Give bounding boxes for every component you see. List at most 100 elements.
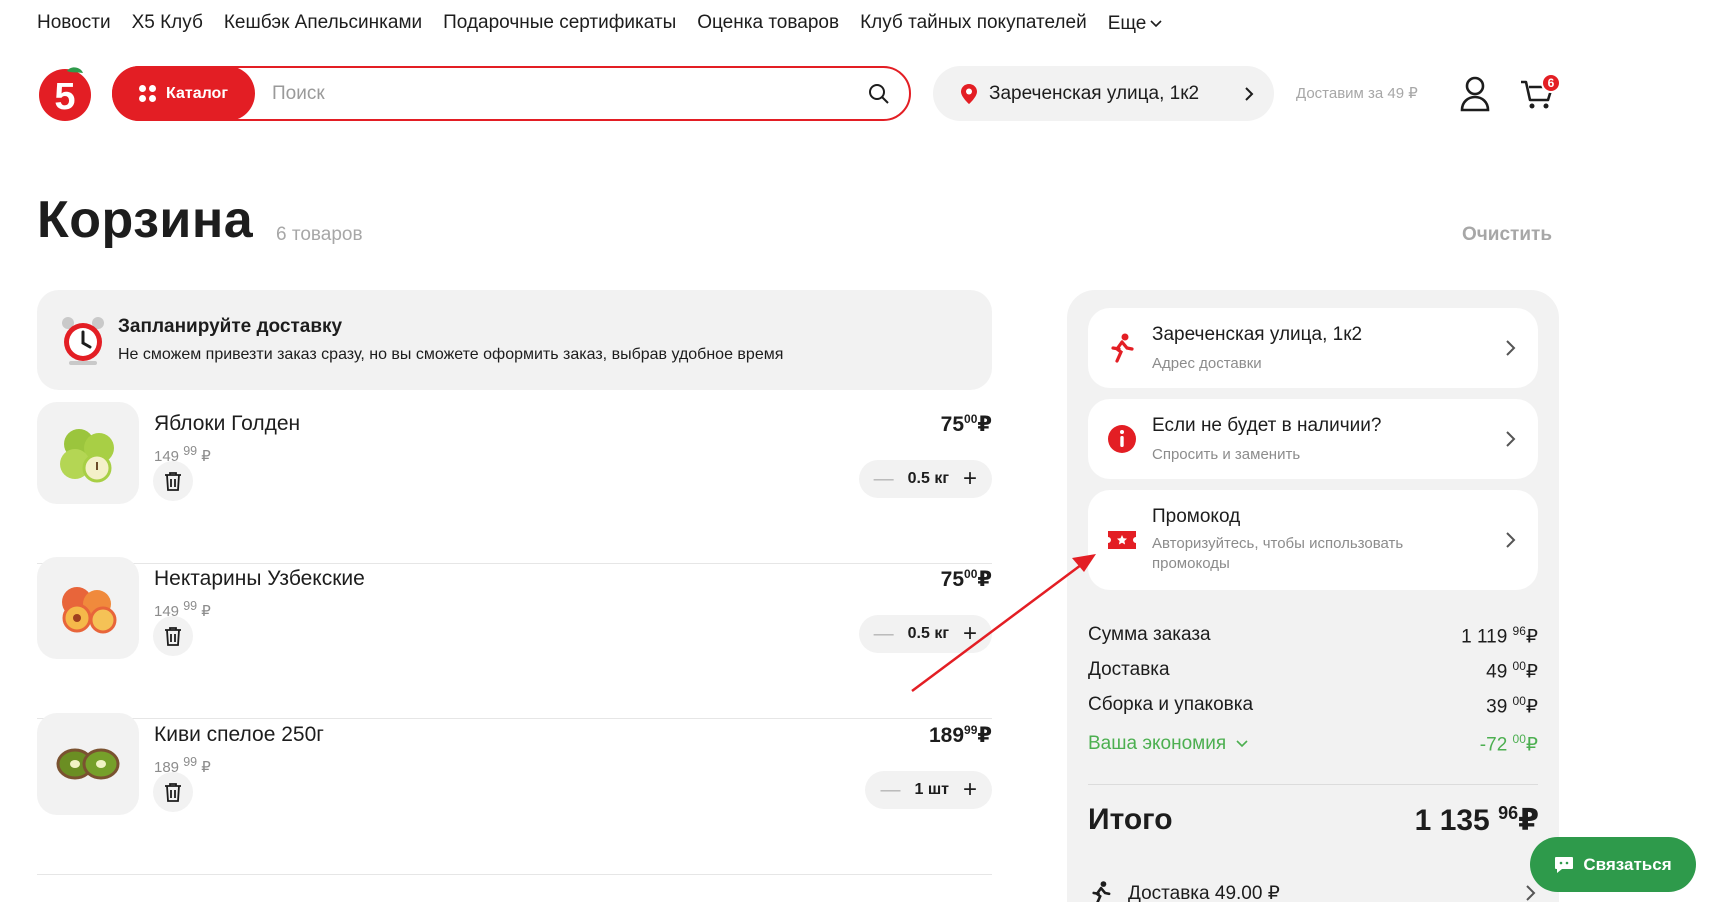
contact-label: Связаться bbox=[1583, 854, 1672, 874]
economy-value: -72 00₽ bbox=[1479, 732, 1538, 756]
user-icon[interactable] bbox=[1459, 76, 1491, 112]
trash-icon bbox=[165, 472, 181, 491]
nav-more-label: Еще bbox=[1107, 13, 1147, 34]
product-price: 7500₽ bbox=[940, 412, 992, 436]
items-count: 6 товаров bbox=[276, 224, 363, 245]
chevron-right-icon bbox=[1526, 885, 1536, 901]
nav-mystery-shoppers[interactable]: Клуб тайных покупателей bbox=[860, 12, 1087, 36]
product-name[interactable]: Яблоки Голден bbox=[154, 412, 300, 436]
contact-support-button[interactable]: Связаться bbox=[1530, 837, 1696, 892]
plan-delivery-title: Запланируйте доставку bbox=[118, 316, 343, 337]
location-pin-icon bbox=[961, 83, 977, 104]
top-navigation: Новости Х5 Клуб Кешбэк Апельсинками Пода… bbox=[37, 12, 1162, 36]
product-price: 18999₽ bbox=[928, 723, 992, 747]
alarm-clock-icon bbox=[62, 317, 104, 365]
assembly-cost-row: Сборка и упаковка 39 00₽ bbox=[1088, 694, 1538, 718]
item-divider bbox=[37, 874, 992, 875]
product-old-price: 189 99 ₽ bbox=[154, 755, 211, 776]
quantity-stepper: — 1 шт + bbox=[865, 771, 992, 809]
chevron-down-icon bbox=[1150, 20, 1162, 28]
cart-item: Нектарины Узбекские 149 99 ₽ 7500₽ — 0.5… bbox=[37, 557, 992, 719]
total-value: 1 135 96₽ bbox=[1414, 803, 1539, 837]
nav-x5-club[interactable]: Х5 Клуб bbox=[132, 12, 203, 36]
product-image-nectarines[interactable] bbox=[37, 557, 139, 659]
chevron-down-icon bbox=[1236, 740, 1248, 748]
chat-bubble-icon bbox=[1555, 856, 1574, 873]
quantity-value: 0.5 кг bbox=[907, 625, 949, 642]
delivery-cost-value: 49 00₽ bbox=[1486, 659, 1538, 683]
decrease-quantity-button[interactable]: — bbox=[880, 779, 900, 802]
delivery-address-card[interactable]: Зареченская улица, 1к2 Адрес доставки bbox=[1088, 308, 1538, 388]
total-label: Итого bbox=[1088, 803, 1173, 836]
chevron-right-icon bbox=[1245, 86, 1254, 101]
product-image-kiwi[interactable] bbox=[37, 713, 139, 815]
address-selector[interactable]: Зареченская улица, 1к2 bbox=[933, 66, 1274, 121]
grid-dots-icon bbox=[139, 85, 156, 102]
nav-news[interactable]: Новости bbox=[37, 12, 111, 36]
page-title: Корзина bbox=[37, 191, 254, 249]
product-name[interactable]: Нектарины Узбекские bbox=[154, 567, 365, 591]
product-image-apples[interactable] bbox=[37, 402, 139, 504]
search-input[interactable] bbox=[255, 73, 867, 114]
economy-toggle[interactable]: Ваша экономия bbox=[1088, 732, 1248, 756]
decrease-quantity-button[interactable]: — bbox=[874, 468, 894, 491]
nav-product-rating[interactable]: Оценка товаров bbox=[697, 12, 839, 36]
delivery-info-text: Доставка 49.00 ₽ bbox=[1128, 882, 1280, 902]
delivery-address-title: Зареченская улица, 1к2 bbox=[1152, 324, 1363, 345]
clear-cart-button[interactable]: Очистить bbox=[1462, 224, 1552, 246]
cart-item: Киви спелое 250г 189 99 ₽ 18999₽ — 1 шт … bbox=[37, 713, 992, 875]
trash-icon bbox=[165, 627, 181, 646]
delete-item-button[interactable] bbox=[153, 616, 193, 656]
courier-icon bbox=[1092, 881, 1111, 902]
apples-image bbox=[60, 429, 114, 483]
delivery-price-note: Доставим за 49 ₽ bbox=[1296, 85, 1418, 102]
product-old-price: 149 99 ₽ bbox=[154, 599, 211, 620]
decrease-quantity-button[interactable]: — bbox=[874, 623, 894, 646]
quantity-stepper: — 0.5 кг + bbox=[858, 615, 992, 653]
cart-item: Яблоки Голден 149 99 ₽ 7500₽ — 0.5 кг + bbox=[37, 402, 992, 564]
delivery-cost-row: Доставка 49 00₽ bbox=[1088, 659, 1538, 683]
search-icon[interactable] bbox=[867, 82, 891, 106]
quantity-value: 0.5 кг bbox=[907, 470, 949, 487]
product-old-price: 149 99 ₽ bbox=[154, 444, 211, 465]
assembly-cost-label: Сборка и упаковка bbox=[1088, 694, 1254, 715]
delete-item-button[interactable] bbox=[153, 461, 193, 501]
product-price: 7500₽ bbox=[940, 567, 992, 591]
delete-item-button[interactable] bbox=[153, 772, 193, 812]
nectarines-image bbox=[62, 587, 117, 634]
info-icon bbox=[1108, 425, 1136, 453]
delivery-address-subtitle: Адрес доставки bbox=[1152, 355, 1262, 372]
chevron-right-icon bbox=[1506, 340, 1516, 356]
increase-quantity-button[interactable]: + bbox=[963, 622, 977, 646]
catalog-button[interactable]: Каталог bbox=[112, 66, 255, 121]
promocode-card[interactable]: Промокод Авторизуйтесь, чтобы использова… bbox=[1088, 490, 1538, 590]
product-name[interactable]: Киви спелое 250г bbox=[154, 723, 324, 747]
delivery-cost-label: Доставка bbox=[1088, 659, 1170, 680]
order-sum-label: Сумма заказа bbox=[1088, 624, 1211, 645]
nav-cashback[interactable]: Кешбэк Апельсинками bbox=[224, 12, 422, 36]
quantity-value: 1 шт bbox=[914, 781, 949, 798]
delivery-info-row[interactable]: Доставка 49.00 ₽ bbox=[1088, 878, 1538, 902]
out-of-stock-title: Если не будет в наличии? bbox=[1152, 415, 1382, 436]
catalog-label: Каталог bbox=[166, 84, 228, 102]
pyaterochka-logo[interactable]: 5 bbox=[37, 65, 93, 121]
cart-count-badge: 6 bbox=[1541, 73, 1561, 93]
out-of-stock-subtitle: Спросить и заменить bbox=[1152, 446, 1301, 463]
plan-delivery-banner: Запланируйте доставку Не сможем привезти… bbox=[37, 290, 992, 390]
quantity-stepper: — 0.5 кг + bbox=[858, 460, 992, 498]
increase-quantity-button[interactable]: + bbox=[963, 778, 977, 802]
plan-delivery-subtitle: Не сможем привезти заказ сразу, но вы см… bbox=[118, 346, 784, 363]
promocode-title: Промокод bbox=[1152, 506, 1241, 527]
svg-text:5: 5 bbox=[54, 76, 75, 118]
address-text: Зареченская улица, 1к2 bbox=[989, 82, 1200, 104]
increase-quantity-button[interactable]: + bbox=[963, 467, 977, 491]
nav-more[interactable]: Еще bbox=[1108, 12, 1163, 36]
chevron-right-icon bbox=[1506, 431, 1516, 447]
assembly-cost-value: 39 00₽ bbox=[1486, 694, 1538, 718]
courier-icon bbox=[1111, 333, 1134, 363]
out-of-stock-card[interactable]: Если не будет в наличии? Спросить и заме… bbox=[1088, 399, 1538, 479]
chevron-right-icon bbox=[1506, 532, 1516, 548]
order-sum-value: 1 119 96₽ bbox=[1461, 624, 1538, 648]
nav-gift-cards[interactable]: Подарочные сертификаты bbox=[443, 12, 676, 36]
coupon-icon bbox=[1108, 531, 1136, 549]
